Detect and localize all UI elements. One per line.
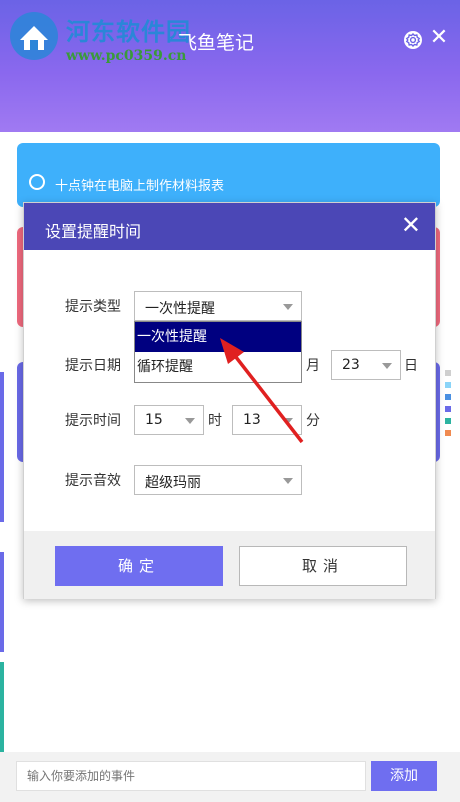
day-select[interactable]: 23 bbox=[331, 350, 401, 380]
type-dropdown-list: 一次性提醒 循环提醒 bbox=[134, 321, 302, 383]
app-header: 河东软件园 www.pc0359.cn 飞鱼笔记 ✕ bbox=[0, 0, 460, 132]
dialog-title: 设置提醒时间 bbox=[45, 222, 142, 241]
ok-button[interactable]: 确定 bbox=[55, 546, 223, 586]
close-icon[interactable]: ✕ bbox=[401, 213, 421, 237]
watermark-name: 河东软件园 bbox=[66, 17, 191, 46]
chevron-down-icon bbox=[185, 418, 195, 424]
task-text: 十点钟在电脑上制作材料报表 bbox=[55, 179, 225, 194]
time-label: 提示时间 bbox=[65, 413, 121, 429]
minute-select-value: 13 bbox=[243, 412, 261, 428]
minute-unit: 分 bbox=[306, 413, 320, 429]
event-input[interactable] bbox=[16, 761, 366, 791]
gear-icon[interactable] bbox=[403, 30, 423, 50]
color-dot[interactable] bbox=[445, 394, 451, 400]
month-unit: 月 bbox=[306, 358, 320, 374]
type-label: 提示类型 bbox=[65, 299, 121, 315]
hour-unit: 时 bbox=[208, 413, 222, 429]
add-button[interactable]: 添加 bbox=[371, 761, 437, 791]
minute-select[interactable]: 13 bbox=[232, 405, 302, 435]
reminder-dialog: 设置提醒时间 ✕ 提示类型 一次性提醒 提示日期 月 23 日 提示时间 15 … bbox=[23, 202, 436, 599]
type-select[interactable]: 一次性提醒 bbox=[134, 291, 302, 321]
hour-select[interactable]: 15 bbox=[134, 405, 204, 435]
chevron-down-icon bbox=[283, 478, 293, 484]
dialog-header: 设置提醒时间 ✕ bbox=[24, 203, 435, 250]
watermark-url: www.pc0359.cn bbox=[66, 48, 187, 64]
color-dot[interactable] bbox=[445, 430, 451, 436]
sound-label: 提示音效 bbox=[65, 473, 121, 489]
dropdown-option[interactable]: 一次性提醒 bbox=[135, 322, 301, 352]
color-dot[interactable] bbox=[445, 370, 451, 376]
type-select-value: 一次性提醒 bbox=[145, 301, 215, 317]
day-select-value: 23 bbox=[342, 357, 360, 373]
left-strip bbox=[0, 662, 4, 752]
chevron-down-icon bbox=[382, 363, 392, 369]
task-card[interactable]: 十点钟在电脑上制作材料报表 bbox=[17, 143, 440, 207]
add-event-bar: 添加 bbox=[0, 752, 460, 802]
left-strip bbox=[0, 372, 4, 522]
color-dot[interactable] bbox=[445, 418, 451, 424]
sound-select[interactable]: 超级玛丽 bbox=[134, 465, 302, 495]
cancel-button[interactable]: 取消 bbox=[239, 546, 407, 586]
chevron-down-icon bbox=[283, 418, 293, 424]
color-dot[interactable] bbox=[445, 382, 451, 388]
sound-select-value: 超级玛丽 bbox=[145, 475, 201, 491]
task-checkbox[interactable] bbox=[29, 174, 45, 190]
app-title: 飞鱼笔记 bbox=[178, 32, 255, 54]
date-label: 提示日期 bbox=[65, 358, 121, 374]
close-icon[interactable]: ✕ bbox=[428, 27, 450, 49]
day-unit: 日 bbox=[404, 358, 418, 374]
color-dot[interactable] bbox=[445, 406, 451, 412]
watermark-logo-icon bbox=[10, 12, 58, 60]
chevron-down-icon bbox=[283, 304, 293, 310]
hour-select-value: 15 bbox=[145, 412, 163, 428]
left-strip bbox=[0, 552, 4, 652]
dialog-footer: 确定 取消 bbox=[24, 531, 435, 599]
dropdown-option[interactable]: 循环提醒 bbox=[135, 352, 301, 382]
